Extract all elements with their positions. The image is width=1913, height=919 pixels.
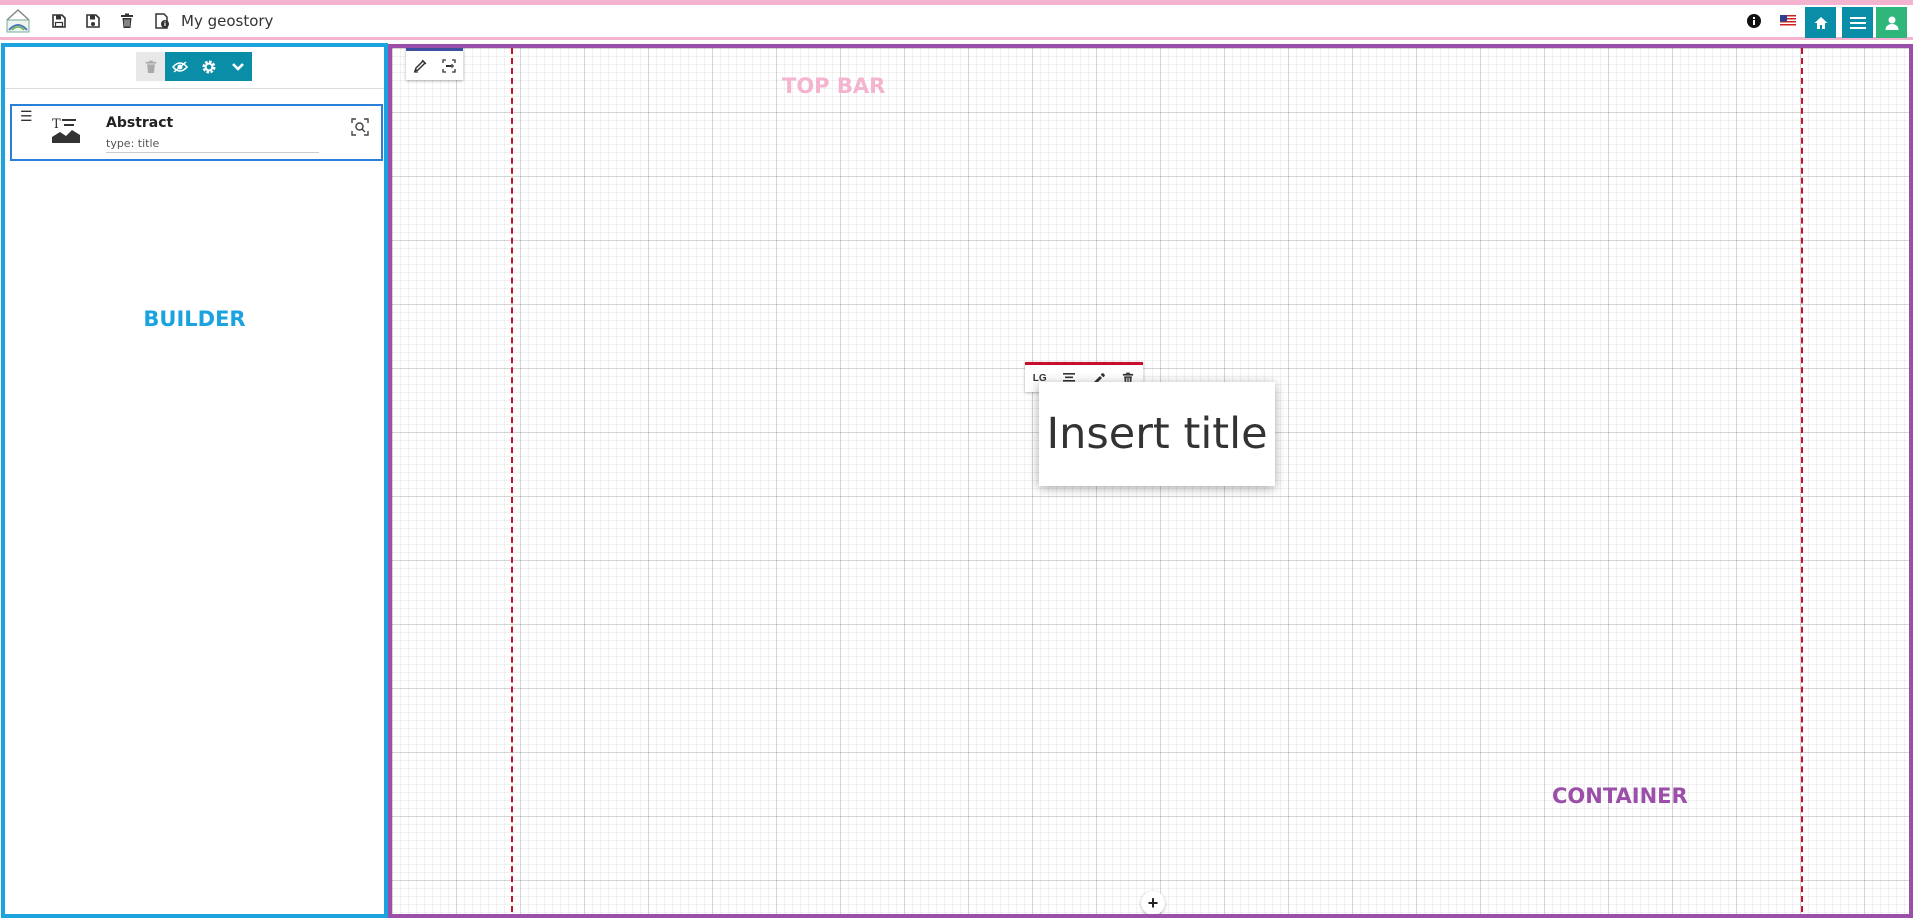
- eye-icon: [171, 60, 188, 73]
- section-type-field[interactable]: [106, 135, 319, 153]
- builder-delete-button[interactable]: [136, 52, 165, 81]
- edit-toolbar: [406, 48, 463, 80]
- builder-toolbar: [5, 47, 384, 89]
- user-icon: [1885, 16, 1898, 30]
- title-text[interactable]: Insert title: [1046, 409, 1267, 459]
- save-as-icon[interactable]: [82, 10, 104, 32]
- top-bar-label: TOP BAR: [782, 74, 886, 98]
- save-icon[interactable]: [48, 10, 70, 32]
- builder-panel: ☰ T Abstract BUILDER: [1, 43, 388, 918]
- builder-label: BUILDER: [143, 307, 246, 331]
- trash-icon[interactable]: [116, 10, 138, 32]
- flag-icon[interactable]: [1778, 11, 1798, 31]
- info-icon[interactable]: [1744, 11, 1764, 31]
- details-icon[interactable]: [151, 10, 173, 32]
- left-guide-line: [511, 48, 513, 914]
- add-section-button[interactable]: +: [1141, 891, 1165, 914]
- home-icon: [1814, 16, 1827, 29]
- user-button[interactable]: [1876, 7, 1907, 38]
- trash-icon: [145, 60, 156, 73]
- section-card[interactable]: ☰ T Abstract: [10, 104, 383, 161]
- builder-settings-button[interactable]: [194, 52, 223, 81]
- section-name: Abstract: [106, 115, 174, 131]
- edit-pencil-icon[interactable]: [409, 55, 431, 77]
- container-label: CONTAINER: [1552, 784, 1688, 808]
- story-container[interactable]: TOP BAR LG Insert title CONTAINER +: [388, 44, 1913, 918]
- top-bar: My geostory: [0, 0, 1913, 40]
- menu-button[interactable]: [1842, 7, 1873, 38]
- builder-collapse-button[interactable]: [223, 52, 252, 81]
- logo[interactable]: [4, 6, 32, 36]
- builder-visibility-button[interactable]: [165, 52, 194, 81]
- title-section-icon: T: [52, 116, 80, 149]
- page-title: My geostory: [181, 12, 274, 30]
- zoom-to-section-icon[interactable]: [351, 118, 369, 141]
- right-guide-line: [1801, 48, 1803, 914]
- drag-handle-icon[interactable]: ☰: [20, 108, 33, 125]
- svg-text:T: T: [52, 117, 61, 132]
- fit-content-icon[interactable]: [438, 55, 460, 77]
- gear-icon: [202, 60, 215, 73]
- menu-icon: [1849, 16, 1866, 29]
- home-button[interactable]: [1805, 7, 1836, 38]
- chevron-down-icon: [231, 62, 244, 71]
- title-block[interactable]: Insert title: [1039, 382, 1275, 486]
